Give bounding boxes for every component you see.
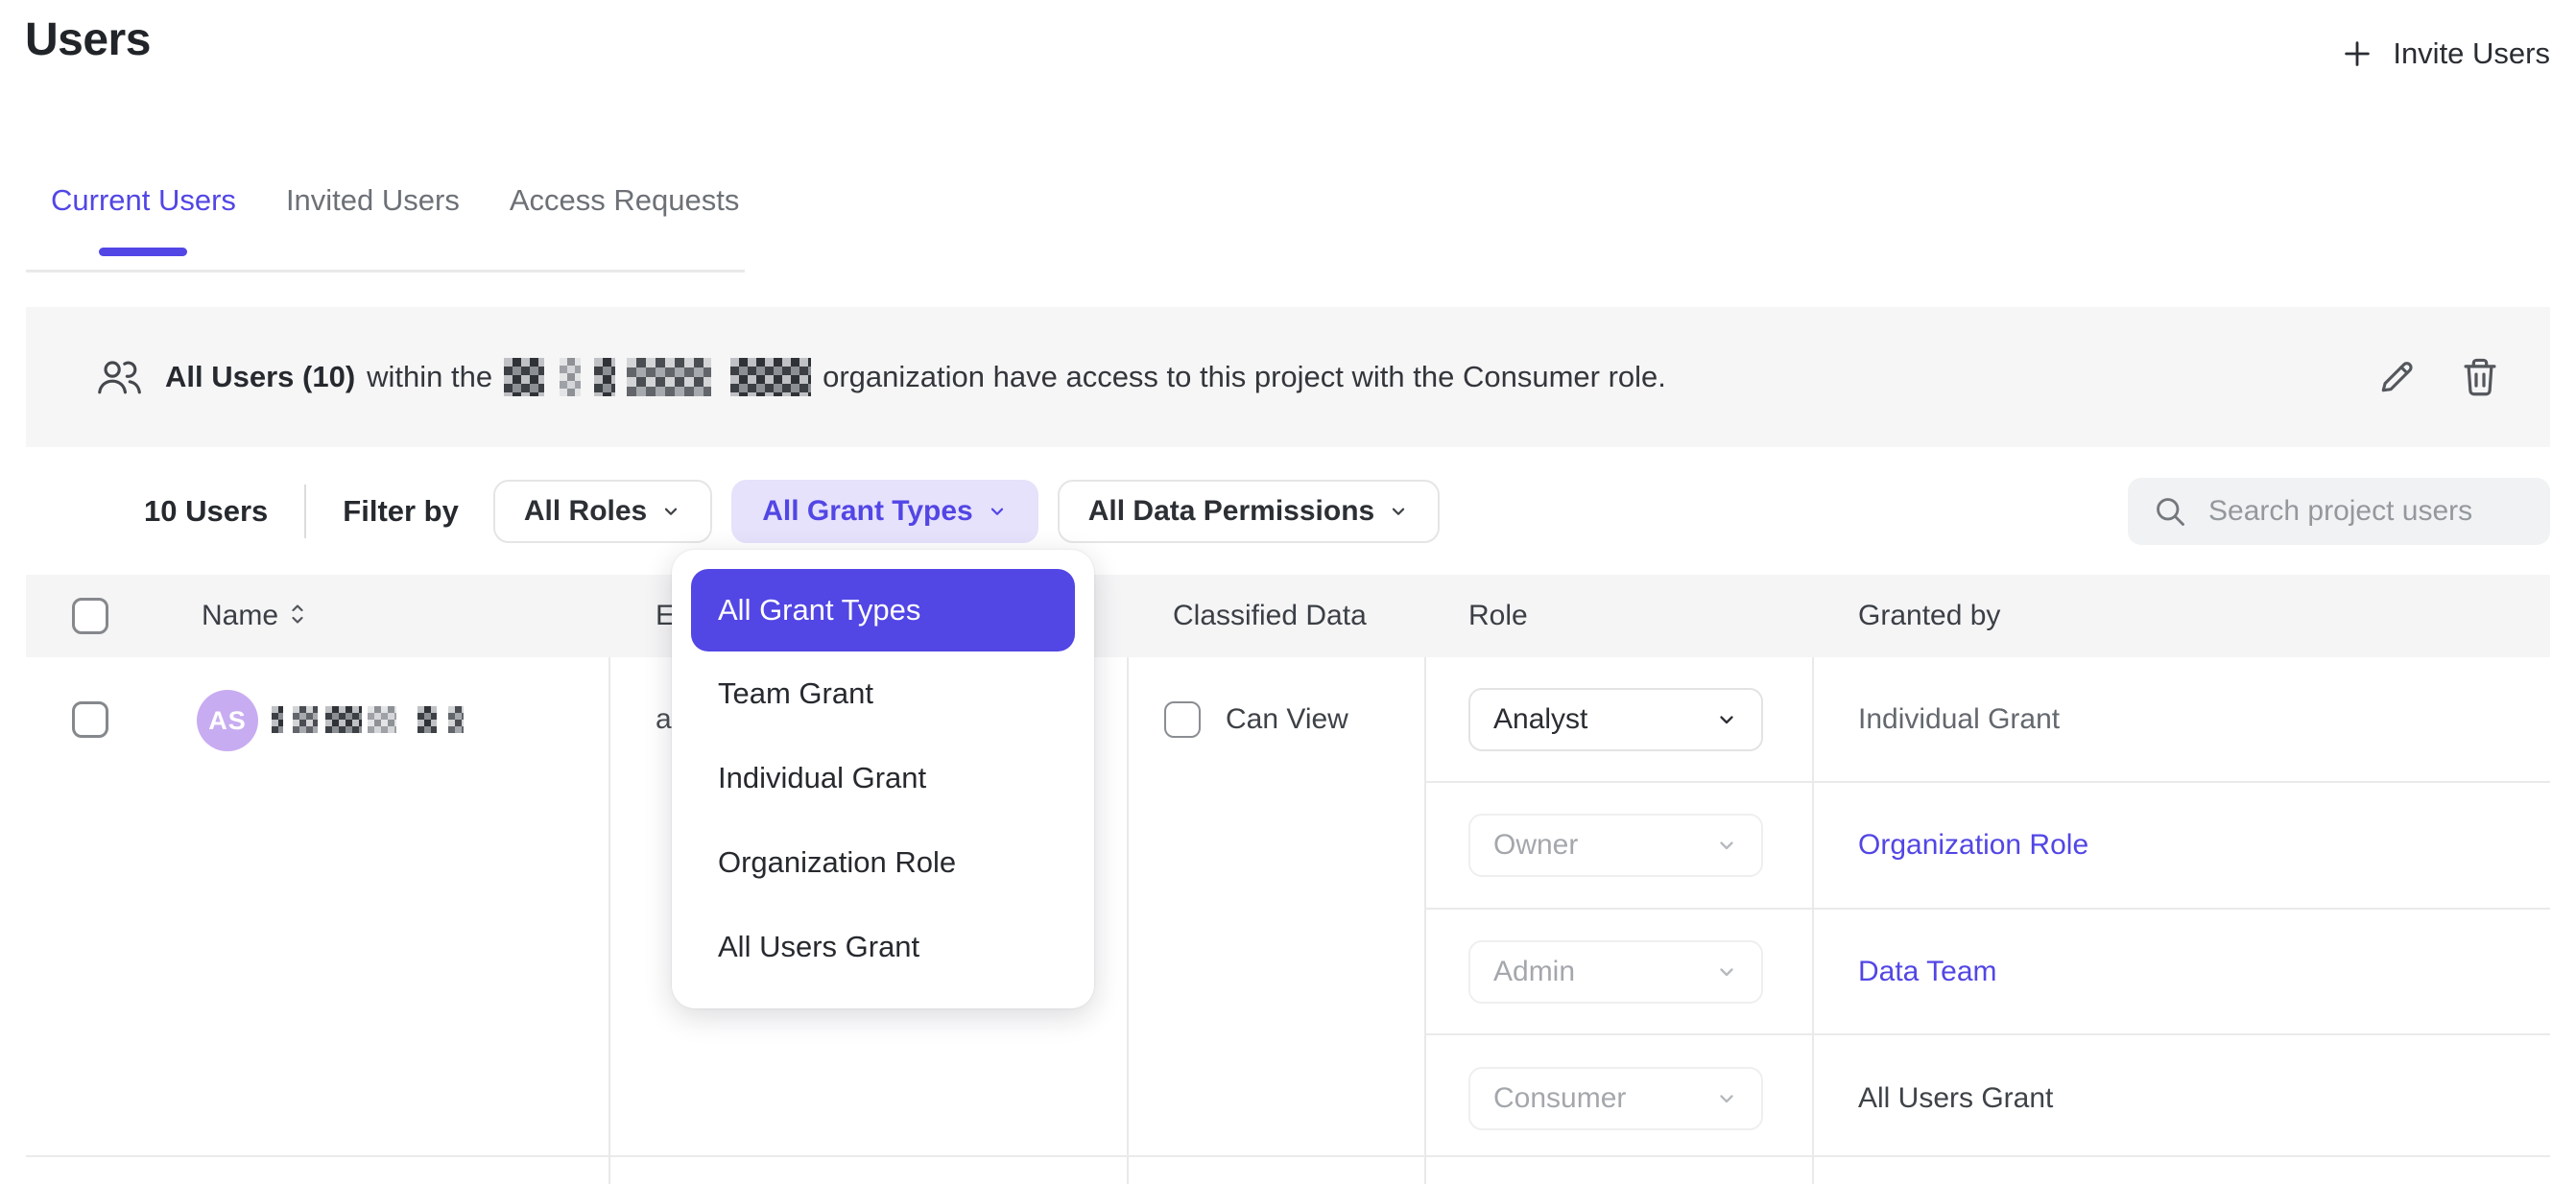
chevron-down-icon	[1715, 1087, 1738, 1110]
chevron-down-icon	[1388, 501, 1409, 522]
filter-all-data-permissions-label: All Data Permissions	[1088, 495, 1374, 528]
redacted-org-name	[504, 358, 811, 396]
grant-types-dropdown: All Grant Types Team Grant Individual Gr…	[672, 550, 1094, 1008]
delete-button[interactable]	[2460, 355, 2500, 399]
sort-icon[interactable]	[288, 599, 307, 629]
row-email: a	[656, 657, 672, 782]
avatar: AS	[197, 690, 258, 751]
can-view-label: Can View	[1226, 703, 1348, 736]
filter-all-roles-label: All Roles	[524, 495, 647, 528]
chevron-down-icon	[1715, 708, 1738, 731]
role-select-value: Owner	[1493, 829, 1578, 862]
select-all-checkbox[interactable]	[72, 598, 108, 634]
banner-after: organization have access to this project…	[823, 360, 1666, 394]
filter-all-grant-types[interactable]: All Grant Types	[731, 480, 1038, 543]
column-header-role: Role	[1468, 575, 1528, 657]
role-select-analyst[interactable]: Analyst	[1468, 688, 1763, 751]
edit-button[interactable]	[2375, 356, 2418, 398]
dropdown-option-organization-role[interactable]: Organization Role	[691, 820, 1075, 905]
role-select-owner[interactable]: Owner	[1468, 814, 1763, 877]
invite-users-button[interactable]: Invite Users	[2341, 25, 2550, 83]
row-divider	[1424, 781, 2550, 783]
all-users-banner: All Users (10) within the organization h…	[26, 307, 2550, 447]
plus-icon	[2341, 37, 2373, 70]
page-title: Users	[25, 13, 151, 66]
tab-invited-users[interactable]: Invited Users	[286, 171, 460, 270]
row-divider	[1424, 908, 2550, 910]
search-icon	[2153, 494, 2187, 529]
filter-bar: 10 Users Filter by All Roles All Grant T…	[26, 447, 2550, 575]
granted-by-value: All Users Grant	[1858, 1067, 2053, 1130]
role-select-value: Consumer	[1493, 1082, 1626, 1115]
column-divider	[1127, 657, 1129, 1184]
row-checkbox[interactable]	[72, 701, 108, 738]
table-header: Name Email Classified Data Role Granted …	[26, 575, 2550, 657]
filter-by-label: Filter by	[343, 494, 459, 529]
granted-by-link[interactable]: Organization Role	[1858, 814, 2088, 877]
column-divider	[1812, 657, 1814, 1184]
tab-bar: Current Users Invited Users Access Reque…	[26, 171, 745, 272]
table-body: AS a Can View Analyst Individual Grant O…	[26, 657, 2550, 1184]
role-select-value: Admin	[1493, 956, 1575, 988]
column-divider	[608, 657, 610, 1184]
dropdown-option-all-grant-types[interactable]: All Grant Types	[691, 569, 1075, 651]
chevron-down-icon	[987, 501, 1008, 522]
classified-data-cell: Can View	[1164, 701, 1348, 738]
column-header-granted-by: Granted by	[1858, 575, 2000, 657]
filter-all-roles[interactable]: All Roles	[493, 480, 712, 543]
tab-access-requests[interactable]: Access Requests	[510, 171, 740, 270]
banner-actions	[2375, 355, 2500, 399]
column-name-label: Name	[202, 600, 278, 631]
chevron-down-icon	[660, 501, 681, 522]
filter-all-data-permissions[interactable]: All Data Permissions	[1058, 480, 1440, 543]
row-divider	[1424, 1033, 2550, 1035]
can-view-checkbox[interactable]	[1164, 701, 1201, 738]
role-select-consumer[interactable]: Consumer	[1468, 1067, 1763, 1130]
dropdown-option-team-grant[interactable]: Team Grant	[691, 651, 1075, 736]
role-select-value: Analyst	[1493, 703, 1587, 736]
users-group-icon	[96, 357, 142, 397]
invite-users-label: Invite Users	[2393, 36, 2550, 71]
user-count: 10 Users	[144, 494, 268, 529]
dropdown-option-all-users-grant[interactable]: All Users Grant	[691, 905, 1075, 989]
column-header-classified-data: Classified Data	[1173, 575, 1367, 657]
tab-current-users[interactable]: Current Users	[51, 171, 236, 270]
column-divider	[1424, 657, 1426, 1184]
redacted-user-name	[272, 706, 464, 733]
search-box	[2128, 478, 2550, 545]
granted-by-value: Individual Grant	[1858, 688, 2060, 751]
filter-all-grant-types-label: All Grant Types	[762, 495, 973, 528]
granted-by-link[interactable]: Data Team	[1858, 940, 1997, 1004]
dropdown-option-individual-grant[interactable]: Individual Grant	[691, 736, 1075, 820]
banner-bold: All Users (10)	[165, 360, 355, 394]
trash-icon	[2460, 355, 2500, 399]
pencil-icon	[2375, 356, 2418, 398]
banner-mid: within the	[367, 360, 492, 394]
search-input[interactable]	[2208, 495, 2576, 528]
users-page: Users Invite Users Current Users Invited…	[0, 0, 2576, 1184]
chevron-down-icon	[1715, 960, 1738, 983]
column-header-name[interactable]: Name	[202, 575, 307, 657]
chevron-down-icon	[1715, 834, 1738, 857]
vertical-divider	[304, 485, 306, 538]
banner-text: All Users (10) within the organization h…	[165, 358, 1666, 396]
row-divider	[26, 1155, 2550, 1157]
role-select-admin[interactable]: Admin	[1468, 940, 1763, 1004]
